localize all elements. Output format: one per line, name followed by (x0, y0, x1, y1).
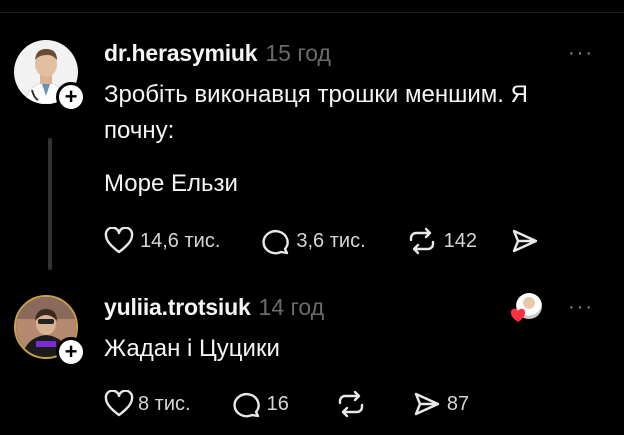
avatar-yuliia-trotsiuk[interactable]: + (14, 295, 86, 367)
repost-count: 142 (443, 229, 477, 252)
post-text: Жадан і Цуцики (104, 335, 280, 362)
post-text-line-3: Море Ельзи (104, 170, 238, 197)
repost-icon (338, 390, 364, 418)
post-header: dr.herasymiuk 15 год (104, 40, 331, 67)
username[interactable]: yuliia.trotsiuk (104, 294, 251, 321)
post-actions: 14,6 тис. 3,6 тис. 142 (104, 227, 545, 255)
like-button[interactable]: 8 тис. (104, 390, 191, 418)
post-text-line-1: Зробіть виконавця трошки меншим. Я (104, 81, 528, 108)
post-text-line-2: почну: (104, 117, 175, 144)
comment-icon (232, 393, 260, 418)
like-button[interactable]: 14,6 тис. (104, 227, 220, 255)
comment-count: 3,6 тис. (296, 229, 366, 252)
follow-plus-button[interactable]: + (56, 337, 86, 367)
post-header: yuliia.trotsiuk 14 год (104, 294, 324, 321)
post-time: 14 год (258, 294, 325, 320)
repost-button[interactable] (335, 390, 373, 418)
heart-icon (510, 308, 526, 322)
more-options-button[interactable]: ··· (568, 296, 594, 319)
like-count: 14,6 тис. (140, 229, 221, 252)
thread-line (48, 138, 52, 270)
send-icon (512, 229, 538, 253)
post-actions: 8 тис. 16 87 (104, 390, 469, 418)
share-button[interactable]: 87 (413, 390, 469, 418)
post-text: Зробіть виконавця трошки меншим. Я почну… (104, 77, 584, 149)
post-time: 15 год (265, 40, 331, 66)
heart-icon (104, 390, 134, 417)
heart-icon (104, 227, 134, 254)
liked-by-author-avatar (510, 293, 542, 322)
send-icon (414, 392, 440, 416)
follow-plus-button[interactable]: + (56, 82, 86, 112)
comment-button[interactable]: 3,6 тис. (260, 227, 366, 255)
share-button[interactable] (511, 227, 545, 255)
more-options-button[interactable]: ··· (568, 42, 594, 65)
repost-button[interactable]: 142 (406, 227, 477, 255)
username[interactable]: dr.herasymiuk (104, 40, 258, 67)
like-count: 8 тис. (138, 392, 191, 415)
share-count: 87 (446, 392, 470, 415)
top-divider (0, 12, 624, 13)
avatar-dr-herasymiuk[interactable]: + (14, 40, 86, 112)
comment-button[interactable]: 16 (231, 390, 289, 418)
repost-icon (409, 227, 434, 255)
comment-icon (262, 230, 290, 255)
comment-count: 16 (266, 392, 289, 415)
